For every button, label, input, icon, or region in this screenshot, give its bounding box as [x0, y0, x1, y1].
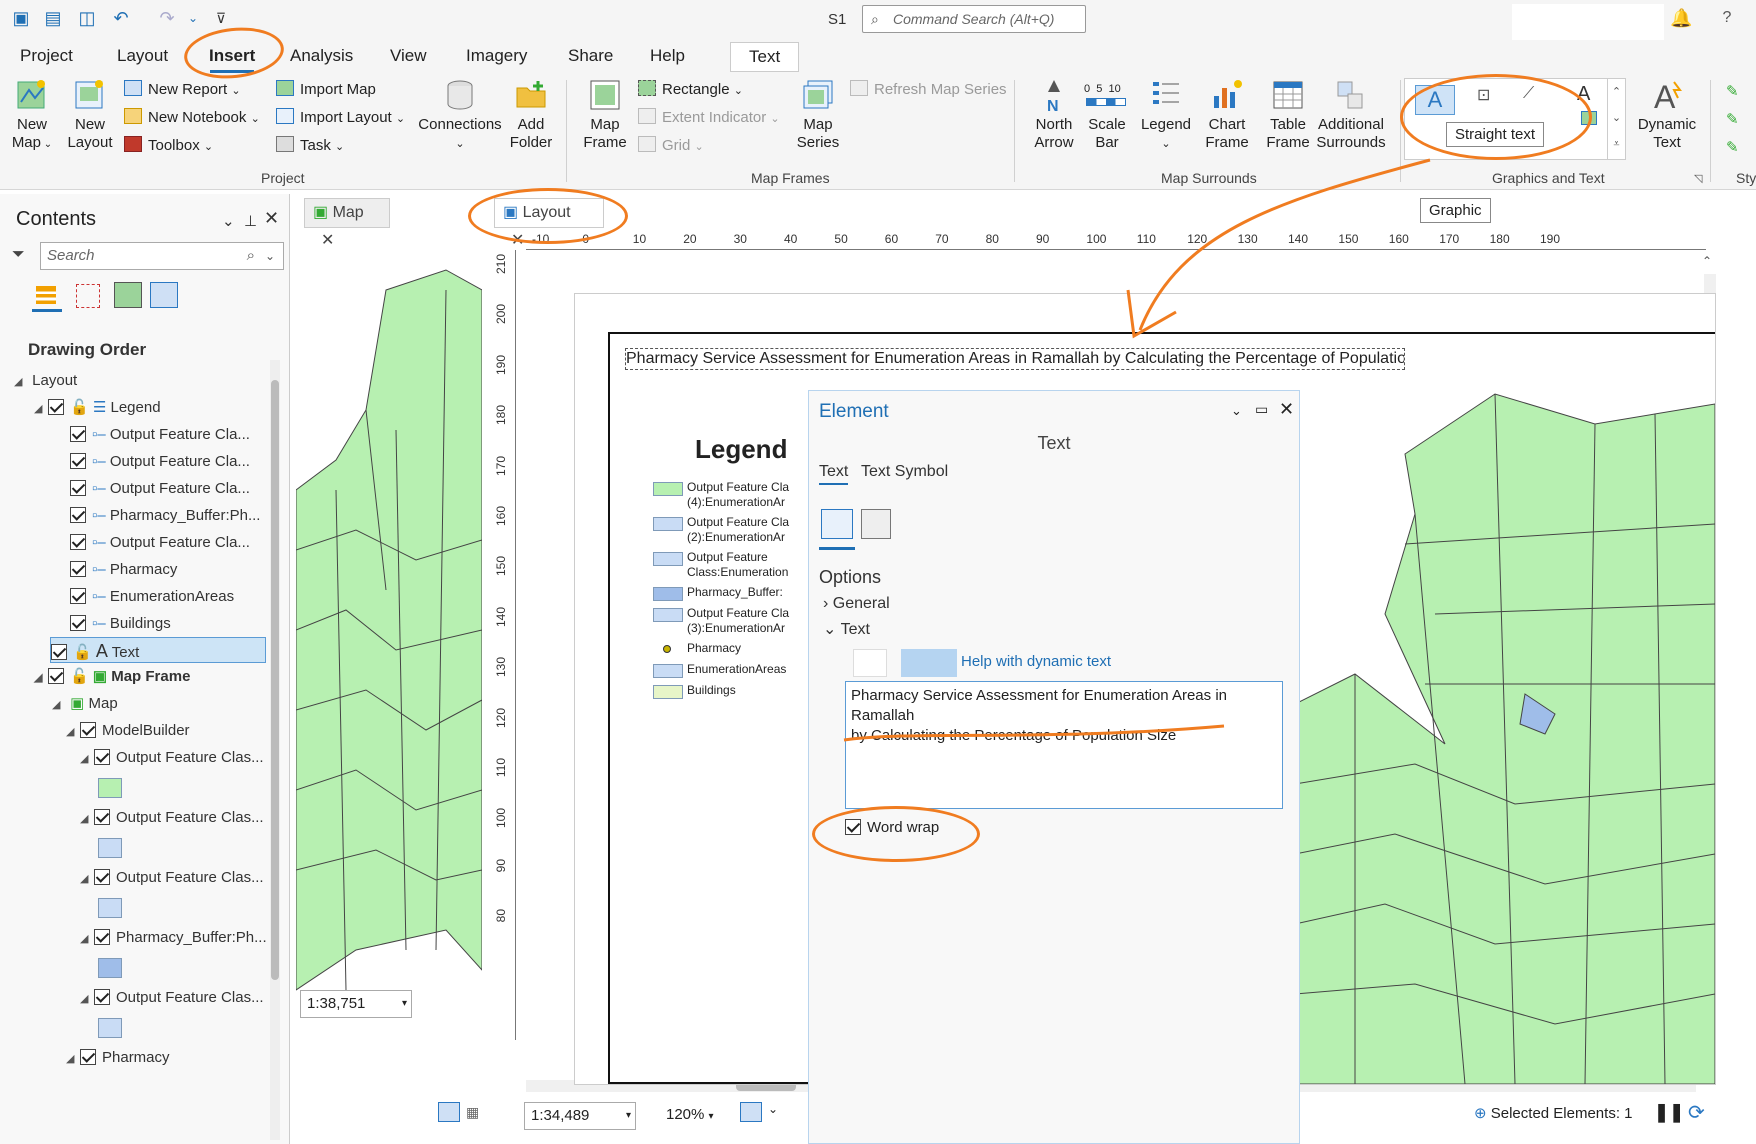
annotation-arrows: [843, 158, 1431, 742]
arcgis-pro-window: ▣ ▤ ◫ ↶ ↷ ⌄ ⊽ S1 ⌕ Command Search (Alt+Q)…: [0, 0, 1756, 1144]
